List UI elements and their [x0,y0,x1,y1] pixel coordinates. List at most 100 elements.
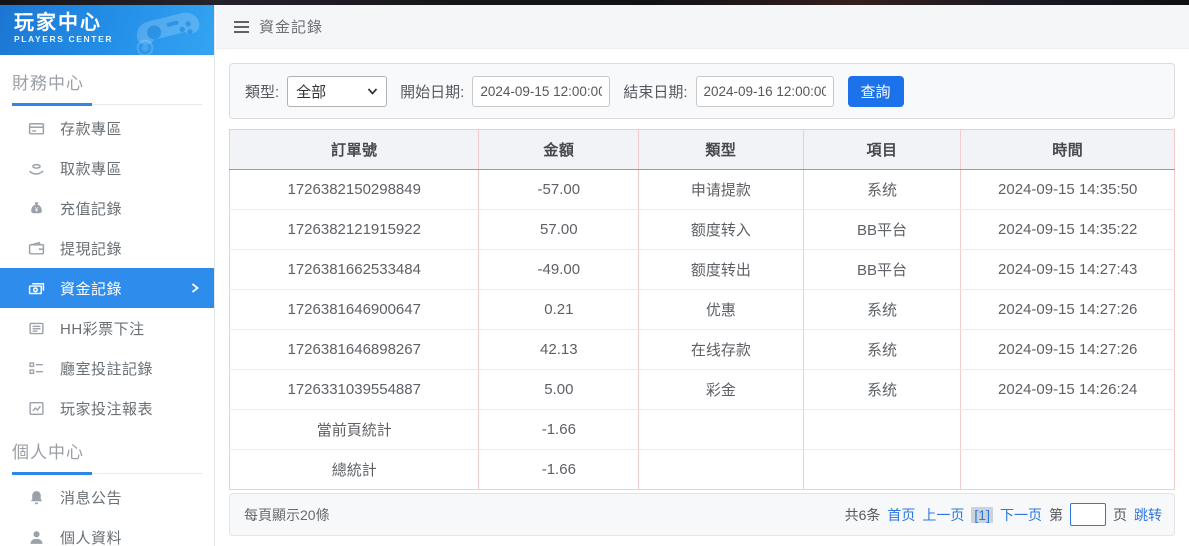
bell-icon [28,489,45,506]
summary-row-current-page: 當前頁統計 -1.66 [230,410,1175,450]
sidebar-item-profile[interactable]: 個人資料 [0,517,214,546]
table-row: 1726382150298849 -57.00 申请提款 系统 2024-09-… [230,170,1175,210]
hamburger-menu-icon[interactable] [234,21,249,33]
page-prefix-text: 第 [1049,505,1063,525]
sidebar-item-player-bet-report[interactable]: 玩家投注報表 [0,388,214,428]
current-page-indicator: [1] [971,507,993,523]
col-header-type: 類型 [639,130,803,170]
sidebar-item-label: 玩家投注報表 [60,398,153,419]
cell-amount: 57.00 [479,210,639,250]
table-header-row: 訂單號 金額 類型 項目 時間 [230,130,1175,170]
sidebar-item-label: 消息公告 [60,487,122,508]
sidebar-item-label: 個人資料 [60,527,122,546]
cell-item: 系统 [803,330,961,370]
cell-type: 优惠 [639,290,803,330]
pagination-bar: 每頁顯示20條 共6条 首页 上一页 [1] 下一页 第 页 跳转 [229,493,1175,536]
summary-row-total: 總統計 -1.66 [230,450,1175,490]
sidebar-item-room-bet-records[interactable]: 廳室投註記錄 [0,348,214,388]
per-page-text: 每頁顯示20條 [244,505,330,525]
cell-time: 2024-09-15 14:26:24 [961,370,1175,410]
total-count-text: 共6条 [845,505,881,525]
main-area: 資金記錄 類型: 全部 開始日期: 結束日期: 查詢 [216,5,1189,546]
type-select[interactable]: 全部 [287,76,387,107]
bank-card-icon [28,120,45,137]
cell-type: 彩金 [639,370,803,410]
sidebar-item-hh-lottery-bets[interactable]: HH彩票下注 [0,308,214,348]
cell-amount: 0.21 [479,290,639,330]
sidebar-item-withdrawal-records[interactable]: 提現記錄 [0,228,214,268]
col-header-amount: 金額 [479,130,639,170]
cell-time: 2024-09-15 14:35:50 [961,170,1175,210]
table-row: 1726381646900647 0.21 优惠 系统 2024-09-15 1… [230,290,1175,330]
cell-item: 系统 [803,370,961,410]
cell-amount: 42.13 [479,330,639,370]
cell-order-no: 1726381662533484 [230,250,479,290]
sidebar-item-label: 充值記錄 [60,198,122,219]
banknotes-icon [28,280,45,297]
jump-page-input[interactable] [1070,503,1106,526]
finance-nav: 存款專區 取款專區 ¥ 充值記錄 提現記錄 [0,108,214,428]
sidebar-item-deposit-zone[interactable]: 存款專區 [0,108,214,148]
cell-order-no: 1726331039554887 [230,370,479,410]
sidebar-item-label: HH彩票下注 [60,318,145,339]
cell-order-no: 1726382150298849 [230,170,479,210]
cell-time: 2024-09-15 14:35:22 [961,210,1175,250]
personal-nav: 消息公告 個人資料 [0,477,214,546]
col-header-order-no: 訂單號 [230,130,479,170]
logo-circle-decoration [130,38,160,55]
jump-link[interactable]: 跳转 [1134,505,1162,525]
table-row: 1726381662533484 -49.00 额度转出 BB平台 2024-0… [230,250,1175,290]
summary-amount: -1.66 [479,410,639,450]
sidebar-item-announcements[interactable]: 消息公告 [0,477,214,517]
table-row: 1726382121915922 57.00 额度转入 BB平台 2024-09… [230,210,1175,250]
cell-item: 系统 [803,290,961,330]
wallet-icon [28,240,45,257]
cell-order-no: 1726381646898267 [230,330,479,370]
money-bag-icon: ¥ [28,200,45,217]
section-underline [12,103,202,106]
finance-section-title: 財務中心 [12,69,202,94]
cell-order-no: 1726382121915922 [230,210,479,250]
sidebar-item-recharge-records[interactable]: ¥ 充值記錄 [0,188,214,228]
newspaper-icon [28,320,45,337]
cell-time: 2024-09-15 14:27:26 [961,330,1175,370]
content: 類型: 全部 開始日期: 結束日期: 查詢 訂單號 [216,49,1189,536]
sidebar: 玩家中心 PLAYERS CENTER [0,5,215,546]
filter-bar: 類型: 全部 開始日期: 結束日期: 查詢 [229,63,1175,119]
sidebar-item-withdraw-zone[interactable]: 取款專區 [0,148,214,188]
checklist-icon [28,360,45,377]
search-button[interactable]: 查詢 [848,76,904,107]
cell-type: 申请提款 [639,170,803,210]
personal-section-header: 個人中心 [0,428,214,475]
finance-section-header: 財務中心 [0,55,214,106]
start-date-label: 開始日期: [400,81,464,102]
first-page-link[interactable]: 首页 [887,505,915,525]
cell-amount: -57.00 [479,170,639,210]
end-date-input[interactable] [696,76,834,107]
svg-text:¥: ¥ [35,206,39,213]
type-select-value: 全部 [296,81,326,102]
page-suffix-text: 页 [1113,505,1127,525]
cell-item: BB平台 [803,210,961,250]
summary-amount: -1.66 [479,450,639,490]
prev-page-link[interactable]: 上一页 [922,505,964,525]
table-row: 1726331039554887 5.00 彩金 系统 2024-09-15 1… [230,370,1175,410]
hand-money-icon [28,160,45,177]
table-row: 1726381646898267 42.13 在线存款 系统 2024-09-1… [230,330,1175,370]
topbar: 資金記錄 [216,5,1189,49]
col-header-time: 時間 [961,130,1175,170]
pagination-controls: 共6条 首页 上一页 [1] 下一页 第 页 跳转 [845,503,1162,526]
cell-item: BB平台 [803,250,961,290]
players-center-page: 玩家中心 PLAYERS CENTER [0,0,1189,546]
next-page-link[interactable]: 下一页 [1000,505,1042,525]
sidebar-item-fund-records[interactable]: 資金記錄 [0,268,214,308]
type-label: 類型: [245,81,279,102]
cell-type: 额度转出 [639,250,803,290]
fund-records-table: 訂單號 金額 類型 項目 時間 1726382150298849 -57.00 … [229,129,1175,490]
summary-label: 當前頁統計 [230,410,479,450]
start-date-input[interactable] [472,76,610,107]
section-underline [12,472,202,475]
sidebar-item-label: 取款專區 [60,158,122,179]
cell-time: 2024-09-15 14:27:26 [961,290,1175,330]
cell-order-no: 1726381646900647 [230,290,479,330]
